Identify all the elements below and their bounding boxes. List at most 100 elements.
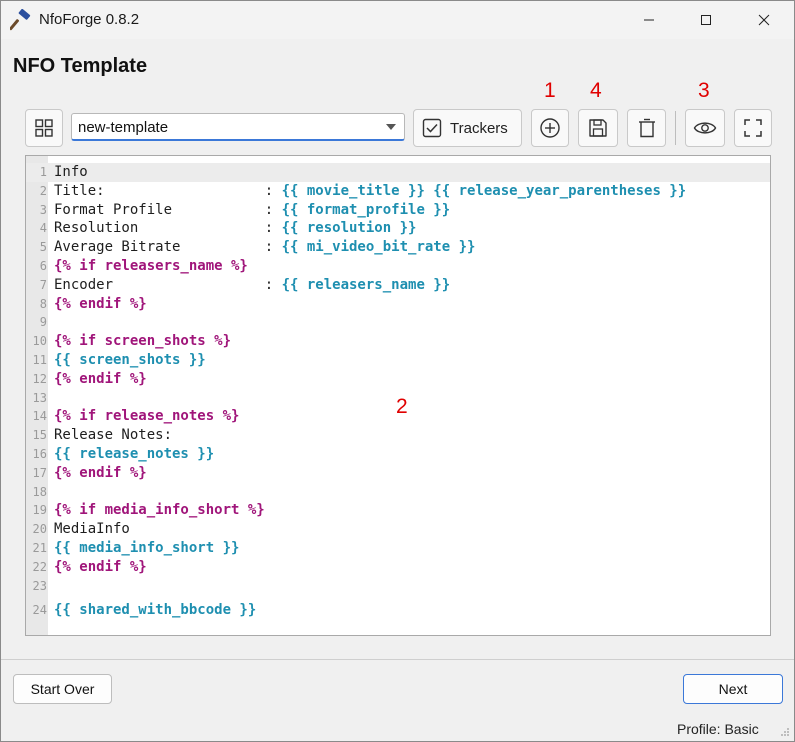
plain-text: Title: : xyxy=(54,182,282,199)
code-text: {{ release_notes }} xyxy=(54,445,214,464)
template-variable: {{ release_notes }} xyxy=(54,446,215,462)
code-line[interactable]: 22 {% endif %} xyxy=(26,558,770,577)
annotation-1: 1 xyxy=(544,79,556,102)
code-line[interactable]: 11 {{ screen_shots }} xyxy=(26,351,770,370)
resize-grip-icon[interactable] xyxy=(780,727,790,737)
trackers-button[interactable]: Trackers xyxy=(413,109,522,147)
line-number: 10 xyxy=(32,334,47,349)
template-select[interactable]: new-template xyxy=(71,113,405,141)
start-over-button[interactable]: Start Over xyxy=(13,674,112,704)
line-number: 14 xyxy=(32,409,47,424)
minimize-icon xyxy=(644,19,654,21)
code-line[interactable]: 1 Info xyxy=(26,163,770,182)
code-text: Encoder : {{ releasers_name }} xyxy=(54,276,450,295)
template-tag: {% if screen_shots %} xyxy=(54,333,232,350)
code-text: {% endif %} xyxy=(54,464,147,483)
line-number: 20 xyxy=(32,522,47,537)
maximize-icon xyxy=(701,15,711,25)
template-variable: {{ screen_shots }} xyxy=(54,352,206,368)
annotation-3: 3 xyxy=(698,79,710,102)
line-number: 23 xyxy=(32,578,47,593)
code-text: Release Notes: xyxy=(54,426,172,445)
code-text: {{ shared_with_bbcode }} xyxy=(54,601,256,620)
code-line[interactable]: 21 {{ media_info_short }} xyxy=(26,539,770,558)
code-line[interactable]: 4 Resolution : {{ resolution }} xyxy=(26,219,770,238)
code-line[interactable]: 24 {{ shared_with_bbcode }} xyxy=(26,601,770,620)
code-line[interactable]: 9 xyxy=(26,313,770,332)
code-text: {% if media_info_short %} xyxy=(54,501,265,520)
code-line[interactable]: 3 Format Profile : {{ format_profile }} xyxy=(26,201,770,220)
toolbar-separator xyxy=(675,111,676,145)
line-number: 3 xyxy=(39,202,47,217)
code-line[interactable]: 12 {% endif %} xyxy=(26,370,770,389)
code-line[interactable]: 23 xyxy=(26,577,770,596)
fullscreen-icon xyxy=(744,119,762,137)
plain-text: Resolution : xyxy=(54,220,282,237)
template-variable: {{ releasers_name }} xyxy=(281,276,451,293)
code-text: {% if releasers_name %} xyxy=(54,257,248,276)
line-number: 7 xyxy=(39,277,47,292)
plain-text: MediaInfo xyxy=(54,521,130,538)
plus-circle-icon xyxy=(540,118,560,138)
line-number: 17 xyxy=(32,465,47,480)
delete-template-button[interactable] xyxy=(627,109,666,147)
code-line[interactable]: 16 {{ release_notes }} xyxy=(26,445,770,464)
save-template-button[interactable] xyxy=(578,109,618,147)
template-tag: {% endif %} xyxy=(54,295,147,312)
template-variable: {{ format_profile }} xyxy=(281,201,451,218)
line-number: 9 xyxy=(39,315,47,330)
line-number: 1 xyxy=(39,165,47,179)
code-line[interactable]: 20 MediaInfo xyxy=(26,520,770,539)
grid-icon xyxy=(35,119,53,137)
code-text: {% endif %} xyxy=(54,295,147,314)
layout-button[interactable] xyxy=(25,109,63,147)
checkbox-icon xyxy=(422,118,442,138)
line-number: 16 xyxy=(32,447,47,461)
code-text: {% endif %} xyxy=(54,370,147,389)
code-line[interactable]: 18 xyxy=(26,483,770,502)
plain-text: Info xyxy=(54,164,88,180)
title-bar[interactable]: NfoForge 0.8.2 xyxy=(1,1,794,39)
code-line[interactable]: 6 {% if releasers_name %} xyxy=(26,257,770,276)
code-line[interactable]: 19 {% if media_info_short %} xyxy=(26,501,770,520)
trash-icon xyxy=(638,118,655,138)
code-line[interactable]: 2 Title: : {{ movie_title }} {{ release_y… xyxy=(26,182,770,201)
code-line[interactable]: 7 Encoder : {{ releasers_name }} xyxy=(26,276,770,295)
template-tag: {% if releasers_name %} xyxy=(54,258,248,274)
plain-text: Average Bitrate : xyxy=(54,239,282,256)
line-number: 5 xyxy=(39,240,47,255)
line-number: 11 xyxy=(32,353,47,367)
code-line[interactable]: 17 {% endif %} xyxy=(26,464,770,483)
annotation-2: 2 xyxy=(396,395,408,418)
line-number: 24 xyxy=(32,603,47,618)
save-icon xyxy=(589,119,607,137)
preview-button[interactable] xyxy=(685,109,725,147)
next-button[interactable]: Next xyxy=(683,674,783,704)
line-number: 12 xyxy=(32,371,47,386)
template-tag: {% if media_info_short %} xyxy=(54,502,265,519)
code-text: {{ screen_shots }} xyxy=(54,351,206,370)
line-number: 4 xyxy=(39,221,47,236)
code-line[interactable]: 10 {% if screen_shots %} xyxy=(26,332,770,351)
line-number: 15 xyxy=(32,428,47,443)
code-line[interactable]: 8 {% endif %} xyxy=(26,295,770,314)
template-select-value: new-template xyxy=(78,119,169,136)
code-line[interactable]: 5 Average Bitrate : {{ mi_video_bit_rate … xyxy=(26,238,770,257)
line-number: 22 xyxy=(32,559,47,574)
fullscreen-button[interactable] xyxy=(734,109,772,147)
add-template-button[interactable] xyxy=(531,109,569,147)
code-text: MediaInfo xyxy=(54,520,130,539)
page-title: NFO Template xyxy=(13,55,148,77)
line-number: 19 xyxy=(32,503,47,518)
hammer-icon xyxy=(10,9,31,31)
template-variable: {{ shared_with_bbcode }} xyxy=(54,602,257,619)
code-text: Info xyxy=(54,163,88,182)
app-window: NfoForge 0.8.2 NFO Template new-template… xyxy=(0,0,795,742)
trackers-label: Trackers xyxy=(450,119,508,137)
close-button[interactable] xyxy=(741,1,787,39)
minimize-button[interactable] xyxy=(626,1,672,39)
code-line[interactable]: 15 Release Notes: xyxy=(26,426,770,445)
maximize-button[interactable] xyxy=(683,1,729,39)
annotation-4: 4 xyxy=(590,79,602,102)
code-text: {% if screen_shots %} xyxy=(54,332,231,351)
